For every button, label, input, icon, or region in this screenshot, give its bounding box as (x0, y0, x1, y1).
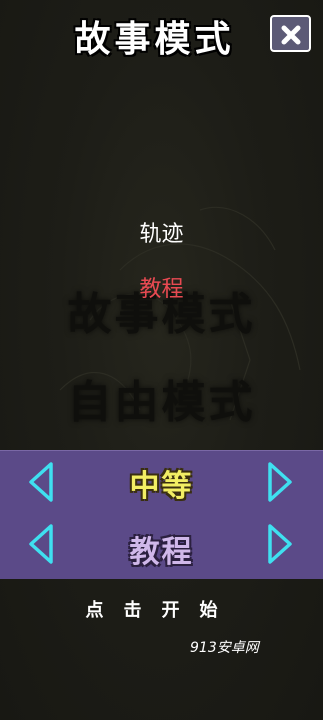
mode-selector-value: 教程 (129, 535, 194, 570)
menu-item-tutorial[interactable]: 教程 (0, 271, 323, 303)
menu-item-track[interactable]: 轨迹 (0, 216, 323, 248)
background-label-free-mode: 自由模式 (67, 377, 256, 428)
close-button[interactable] (270, 15, 311, 52)
story-mode-screen: 故事模式 故事模式 自由模式 轨迹 教程 中等 教程 点击开始 913安卓网 (0, 0, 323, 720)
watermark: 913安卓网 (190, 640, 259, 656)
start-button[interactable]: 点击开始 (0, 596, 323, 622)
close-x-icon (281, 25, 300, 45)
difficulty-selector-value: 中等 (129, 469, 194, 504)
